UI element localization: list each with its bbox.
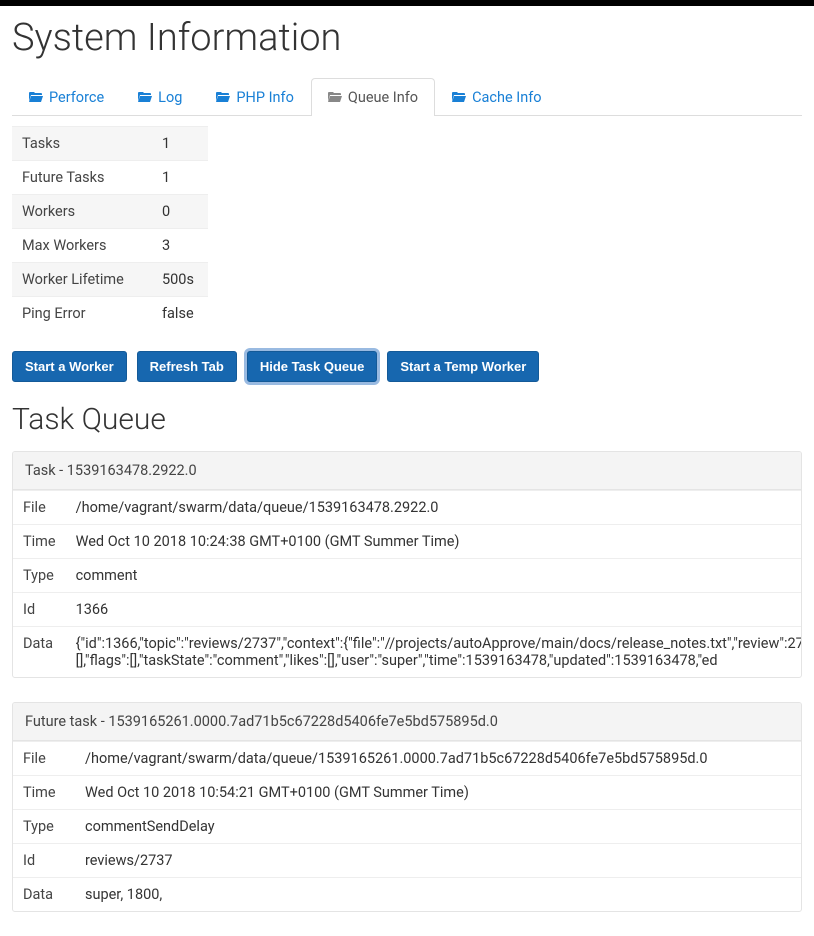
info-row: Tasks1 [12,127,208,161]
info-value: 1 [152,127,208,161]
task-field-value: {"id":1366,"topic":"reviews/2737","conte… [66,626,802,677]
start-temp-worker-button[interactable]: Start a Temp Worker [387,351,539,382]
task-field-label: Data [13,877,75,911]
tab-label: Cache Info [472,89,541,106]
refresh-tab-button[interactable]: Refresh Tab [137,351,237,382]
task-field-value: Wed Oct 10 2018 10:24:38 GMT+0100 (GMT S… [66,524,802,558]
info-key: Workers [12,195,152,229]
start-worker-button[interactable]: Start a Worker [12,351,127,382]
tab-queue-info[interactable]: Queue Info [311,78,435,116]
info-key: Max Workers [12,229,152,263]
task-field-value: Wed Oct 10 2018 10:54:21 GMT+0100 (GMT S… [75,775,801,809]
info-key: Ping Error [12,297,152,331]
task-queue-title: Task Queue [12,402,802,437]
task-field-label: Id [13,843,75,877]
task-field-label: Data [13,626,66,677]
info-key: Tasks [12,127,152,161]
tab-php-info[interactable]: PHP Info [199,78,311,116]
task-field-label: Time [13,775,75,809]
task-field-value: /home/vagrant/swarm/data/queue/153916526… [75,741,801,775]
task-row: File/home/vagrant/swarm/data/queue/15391… [13,741,801,775]
info-row: Ping Errorfalse [12,297,208,331]
task-header: Future task - 1539165261.0000.7ad71b5c67… [13,703,801,741]
task-field-value: comment [66,558,802,592]
tab-label: Perforce [49,89,104,106]
task-row: Data{"id":1366,"topic":"reviews/2737","c… [13,626,802,677]
queue-info-table: Tasks1Future Tasks1Workers0Max Workers3W… [12,126,208,331]
task-field-value: /home/vagrant/swarm/data/queue/153916347… [66,490,802,524]
task-field-label: File [13,490,66,524]
task-row: TimeWed Oct 10 2018 10:54:21 GMT+0100 (G… [13,775,801,809]
task-field-label: Type [13,809,75,843]
info-value: 500s [152,263,208,297]
tab-label: PHP Info [236,89,294,106]
info-row: Workers0 [12,195,208,229]
task-block: Future task - 1539165261.0000.7ad71b5c67… [12,702,802,912]
tab-bar: Perforce Log PHP Info Queue Info Cache Info [12,78,802,116]
task-row: Datasuper, 1800, [13,877,801,911]
task-field-value: 1366 [66,592,802,626]
task-header: Task - 1539163478.2922.0 [13,452,801,490]
info-row: Future Tasks1 [12,161,208,195]
folder-open-icon [29,90,43,105]
tab-cache-info[interactable]: Cache Info [435,78,558,116]
info-value: false [152,297,208,331]
task-field-label: Id [13,592,66,626]
folder-open-icon [328,90,342,105]
folder-open-icon [452,90,466,105]
tab-label: Log [158,89,182,106]
task-block: Task - 1539163478.2922.0File/home/vagran… [12,451,802,678]
page-title: System Information [12,16,802,60]
task-table: File/home/vagrant/swarm/data/queue/15391… [13,490,802,677]
task-field-value: reviews/2737 [75,843,801,877]
task-row: TypecommentSendDelay [13,809,801,843]
button-row: Start a Worker Refresh Tab Hide Task Que… [12,351,802,382]
task-field-label: Time [13,524,66,558]
info-value: 3 [152,229,208,263]
task-row: TimeWed Oct 10 2018 10:24:38 GMT+0100 (G… [13,524,802,558]
info-key: Future Tasks [12,161,152,195]
hide-task-queue-button[interactable]: Hide Task Queue [247,351,378,382]
task-row: Idreviews/2737 [13,843,801,877]
task-row: File/home/vagrant/swarm/data/queue/15391… [13,490,802,524]
tab-label: Queue Info [348,89,418,106]
task-field-label: Type [13,558,66,592]
info-value: 0 [152,195,208,229]
info-value: 1 [152,161,208,195]
info-row: Max Workers3 [12,229,208,263]
task-row: Id1366 [13,592,802,626]
info-row: Worker Lifetime500s [12,263,208,297]
info-key: Worker Lifetime [12,263,152,297]
tab-log[interactable]: Log [121,78,199,116]
tab-perforce[interactable]: Perforce [12,78,121,116]
task-field-label: File [13,741,75,775]
task-field-value: super, 1800, [75,877,801,911]
task-table: File/home/vagrant/swarm/data/queue/15391… [13,741,801,911]
task-field-value: commentSendDelay [75,809,801,843]
task-row: Typecomment [13,558,802,592]
folder-open-icon [138,90,152,105]
top-bar [0,0,814,6]
folder-open-icon [216,90,230,105]
